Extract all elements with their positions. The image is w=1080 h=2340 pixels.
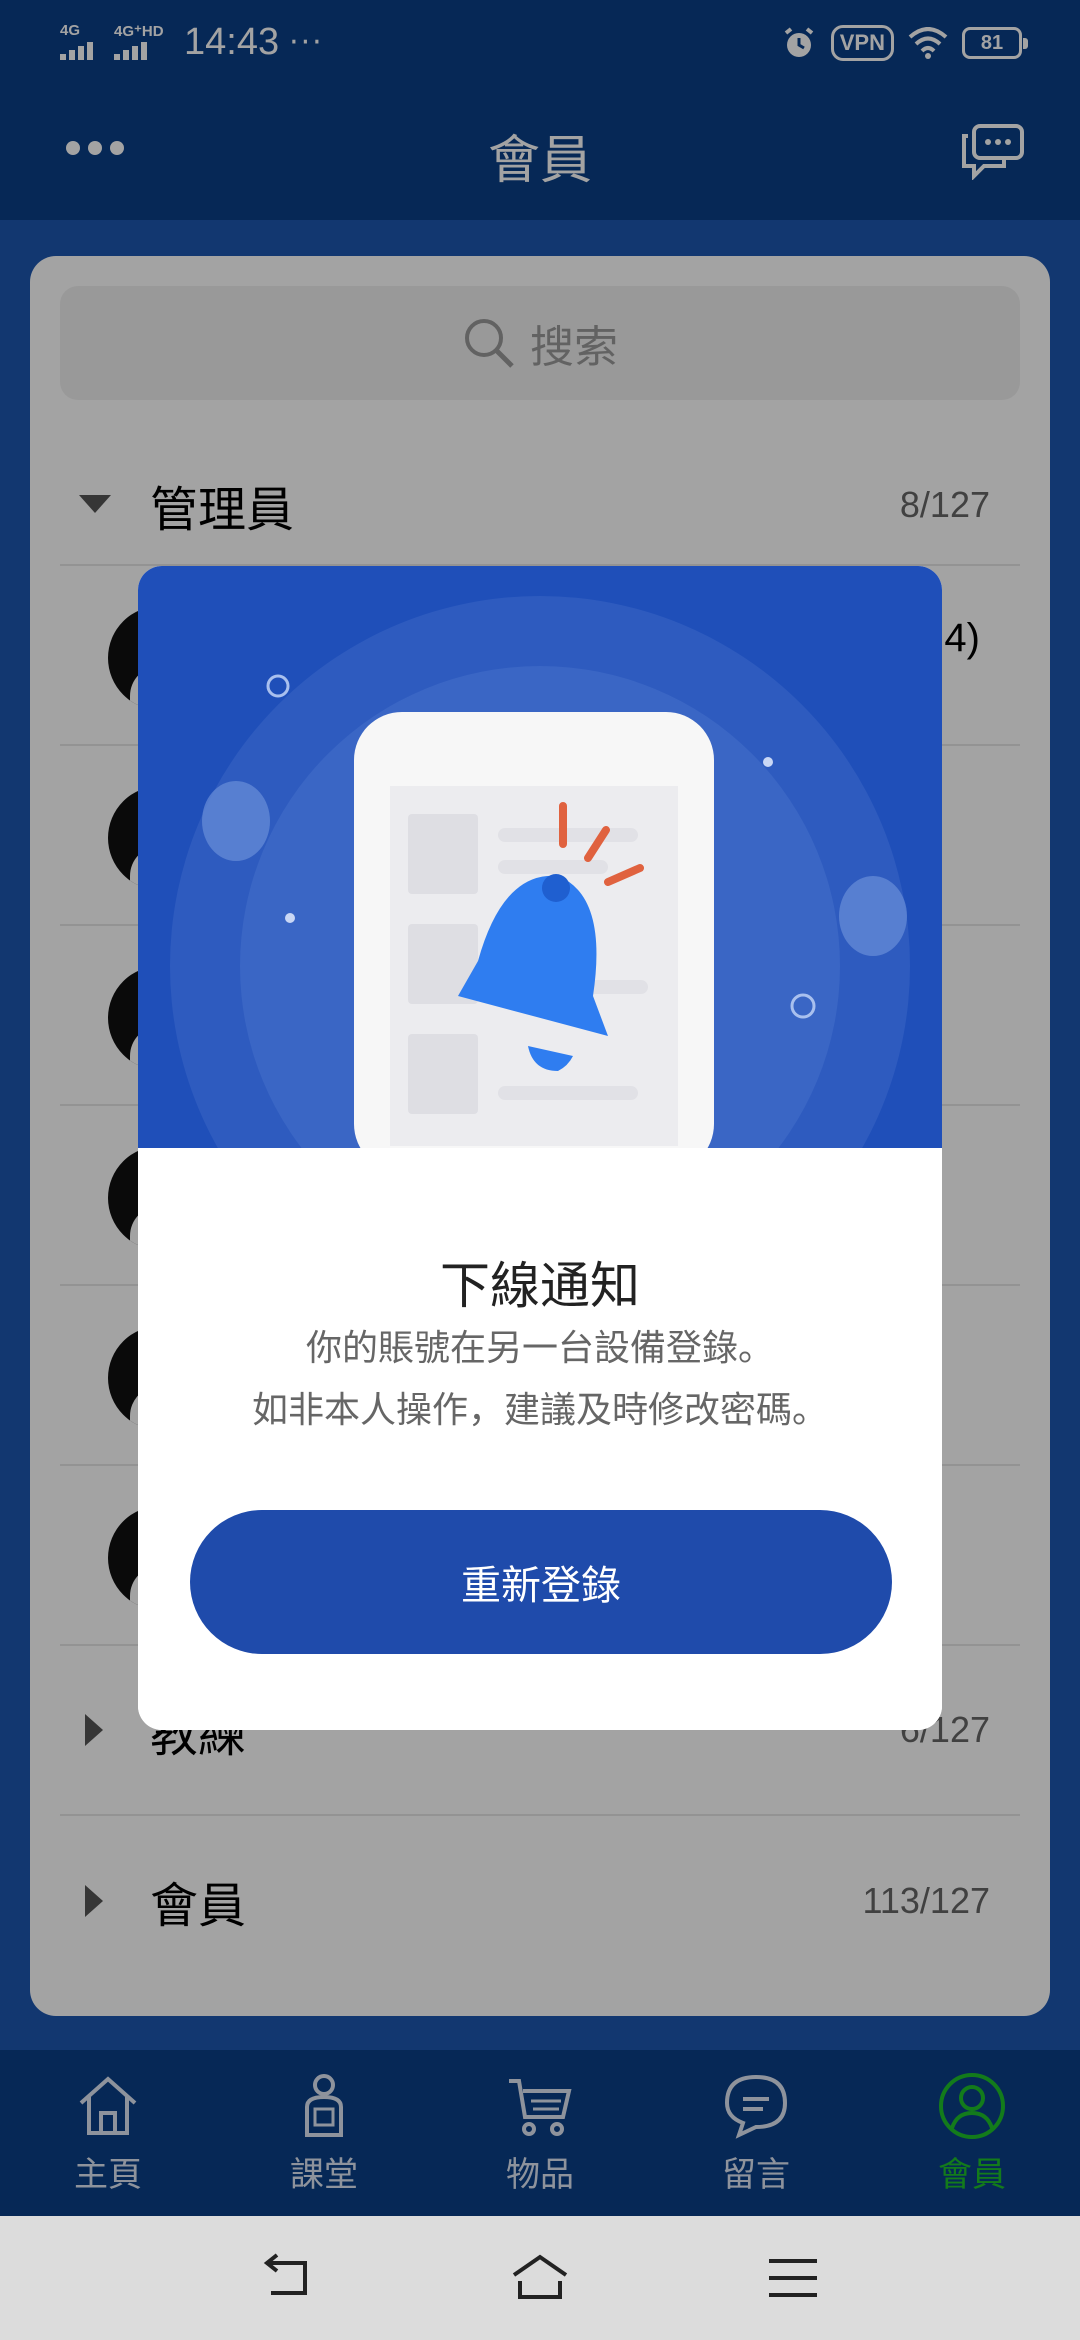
home-button-icon[interactable] — [510, 2253, 570, 2303]
back-icon[interactable] — [257, 2253, 317, 2303]
system-navigation — [0, 2216, 1080, 2340]
relogin-button[interactable]: 重新登錄 — [190, 1510, 892, 1654]
dialog-message-line-1: 你的賬號在另一台設備登錄。 — [305, 1328, 774, 1369]
dialog-illustration — [138, 566, 942, 1148]
dialog-message-line-2: 如非本人操作，建議及時修改密碼。 — [251, 1390, 828, 1431]
phone-bell-illustration — [170, 596, 910, 1148]
dialog-title: 下線通知 — [440, 1257, 640, 1315]
menu-icon[interactable] — [763, 2253, 823, 2303]
dialog-message: 你的賬號在另一台設備登錄。 如非本人操作，建議及時修改密碼。 — [138, 1318, 942, 1442]
offline-notice-dialog: 下線通知 你的賬號在另一台設備登錄。 如非本人操作，建議及時修改密碼。 重新登錄 — [138, 566, 942, 1730]
